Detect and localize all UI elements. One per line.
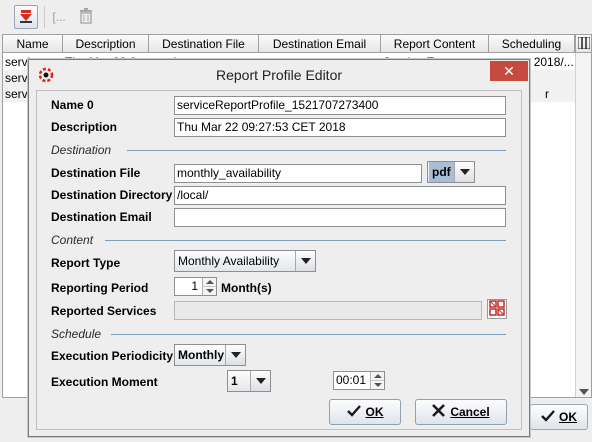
table-cell: r bbox=[545, 87, 549, 101]
grid-edit-icon bbox=[489, 299, 505, 319]
reporting-period-label: Reporting Period bbox=[51, 281, 149, 295]
close-button[interactable]: ✕ bbox=[490, 61, 528, 81]
check-icon bbox=[346, 404, 361, 420]
destination-section-title: Destination bbox=[51, 143, 112, 157]
columns-icon bbox=[577, 36, 590, 52]
main-ok-label: OK bbox=[559, 410, 577, 424]
format-select[interactable]: pdf bbox=[427, 161, 475, 183]
destination-file-field[interactable]: monthly_availability bbox=[174, 164, 422, 183]
report-type-value: Monthly Availability bbox=[178, 254, 280, 268]
execution-periodicity-select[interactable]: Monthly bbox=[174, 344, 246, 366]
scroll-down-icon[interactable] bbox=[579, 389, 589, 395]
main-toolbar: [... bbox=[0, 0, 592, 34]
execution-moment-label: Execution Moment bbox=[51, 375, 158, 389]
destination-directory-label: Destination Directory bbox=[51, 188, 173, 202]
cancel-button[interactable]: Cancel bbox=[415, 399, 507, 425]
report-profile-editor-dialog: Report Profile Editor ✕ Name 0 serviceRe… bbox=[28, 59, 530, 437]
table-header: Name Description Destination File Destin… bbox=[3, 35, 591, 53]
reporting-period-unit: Month(s) bbox=[221, 281, 272, 295]
execution-time-value: 00:01 bbox=[335, 373, 366, 387]
schedule-section-title: Schedule bbox=[51, 327, 102, 341]
reporting-period-value: 1 bbox=[191, 279, 198, 293]
column-header-name[interactable]: Name bbox=[3, 35, 63, 53]
description-field[interactable]: Thu Mar 22 09:27:53 CET 2018 bbox=[174, 118, 506, 137]
check-icon bbox=[541, 409, 555, 425]
execution-day-value: 1 bbox=[231, 374, 238, 388]
dialog-title: Report Profile Editor bbox=[215, 67, 343, 83]
reported-services-label: Reported Services bbox=[51, 304, 157, 318]
content-divider bbox=[105, 240, 506, 241]
report-type-label: Report Type bbox=[51, 256, 121, 270]
report-type-select[interactable]: Monthly Availability bbox=[174, 250, 316, 272]
cancel-x-icon bbox=[432, 404, 446, 420]
format-select-value: pdf bbox=[429, 162, 454, 182]
column-header-report-content[interactable]: Report Content bbox=[381, 35, 489, 53]
spinner-divider bbox=[202, 286, 216, 287]
destination-email-field[interactable] bbox=[174, 208, 506, 227]
delete-icon bbox=[79, 7, 93, 27]
column-header-destination-email[interactable]: Destination Email bbox=[259, 35, 381, 53]
delete-button[interactable] bbox=[74, 5, 98, 29]
column-header-description[interactable]: Description bbox=[63, 35, 149, 53]
destination-divider bbox=[127, 150, 506, 151]
destination-directory-field[interactable]: /local/ bbox=[174, 186, 506, 205]
open-button[interactable]: [... bbox=[48, 5, 70, 29]
execution-time-spinner[interactable]: 00:01 bbox=[333, 371, 385, 390]
execution-day-select[interactable]: 1 bbox=[227, 370, 271, 392]
name-field[interactable]: serviceReportProfile_1521707273400 bbox=[174, 96, 506, 115]
vertical-scrollbar[interactable] bbox=[575, 53, 591, 397]
chevron-down-icon[interactable] bbox=[225, 345, 245, 365]
destination-email-label: Destination Email bbox=[51, 210, 152, 224]
reporting-period-spinner[interactable]: 1 bbox=[174, 277, 217, 296]
execution-periodicity-label: Execution Periodicity bbox=[51, 349, 174, 363]
destination-file-label: Destination File bbox=[51, 166, 141, 180]
execution-periodicity-value: Monthly bbox=[178, 348, 224, 362]
name-label: Name 0 bbox=[51, 98, 94, 112]
edit-services-button[interactable] bbox=[487, 299, 507, 319]
cancel-label: Cancel bbox=[450, 405, 490, 419]
toolbar-separator bbox=[44, 6, 45, 28]
description-label: Description bbox=[51, 120, 118, 134]
report-add-icon bbox=[18, 8, 34, 27]
close-icon: ✕ bbox=[503, 63, 515, 79]
chevron-down-icon[interactable] bbox=[454, 162, 474, 182]
content-section-title: Content bbox=[51, 233, 94, 247]
dialog-body: Name 0 serviceReportProfile_152170727340… bbox=[36, 90, 522, 430]
ok-label: OK bbox=[365, 405, 384, 419]
chevron-down-icon[interactable] bbox=[250, 371, 270, 391]
open-icon: [... bbox=[52, 10, 66, 24]
column-picker-button[interactable] bbox=[575, 35, 591, 53]
dialog-title-bar[interactable]: Report Profile Editor ✕ bbox=[29, 60, 529, 90]
ok-button[interactable]: OK bbox=[329, 399, 401, 425]
chevron-down-icon[interactable] bbox=[295, 251, 315, 271]
add-report-button[interactable] bbox=[14, 5, 38, 29]
column-header-destination-file[interactable]: Destination File bbox=[149, 35, 259, 53]
reported-services-field bbox=[174, 301, 482, 320]
main-ok-button[interactable]: OK bbox=[530, 404, 588, 430]
spinner-divider bbox=[370, 380, 384, 381]
schedule-divider bbox=[111, 334, 506, 335]
column-header-scheduling[interactable]: Scheduling bbox=[489, 35, 575, 53]
